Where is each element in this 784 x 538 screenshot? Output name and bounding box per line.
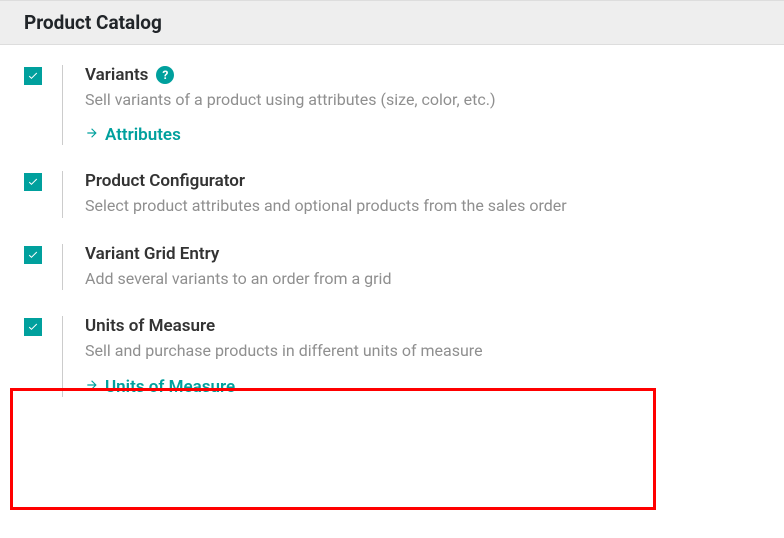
setting-title-units-of-measure: Units of Measure <box>85 316 215 336</box>
checkbox-col <box>24 316 62 336</box>
section-header: Product Catalog <box>0 0 784 45</box>
checkbox-units-of-measure[interactable] <box>24 318 42 336</box>
row-divider <box>62 65 63 145</box>
title-line: Variants ? <box>85 65 760 85</box>
link-label: Units of Measure <box>105 377 235 397</box>
title-line: Units of Measure <box>85 316 760 336</box>
setting-row-variant-grid-entry: Variant Grid Entry Add several variants … <box>24 244 760 290</box>
setting-content: Variant Grid Entry Add several variants … <box>85 244 760 290</box>
setting-desc-variants: Sell variants of a product using attribu… <box>85 89 760 111</box>
link-units-of-measure[interactable]: Units of Measure <box>85 377 235 397</box>
check-icon <box>27 249 39 261</box>
checkbox-col <box>24 65 62 85</box>
link-label: Attributes <box>105 125 181 145</box>
setting-title-variants: Variants <box>85 65 148 85</box>
setting-link-row: Attributes <box>85 125 760 145</box>
checkbox-variant-grid-entry[interactable] <box>24 246 42 264</box>
checkbox-product-configurator[interactable] <box>24 173 42 191</box>
setting-desc-product-configurator: Select product attributes and optional p… <box>85 195 760 217</box>
link-attributes[interactable]: Attributes <box>85 125 181 145</box>
setting-desc-variant-grid-entry: Add several variants to an order from a … <box>85 268 760 290</box>
row-divider <box>62 316 63 396</box>
setting-content: Units of Measure Sell and purchase produ… <box>85 316 760 396</box>
row-divider <box>62 171 63 217</box>
title-line: Variant Grid Entry <box>85 244 760 264</box>
setting-row-units-of-measure: Units of Measure Sell and purchase produ… <box>24 316 760 396</box>
setting-title-variant-grid-entry: Variant Grid Entry <box>85 244 219 264</box>
checkbox-variants[interactable] <box>24 67 42 85</box>
help-icon[interactable]: ? <box>156 66 174 84</box>
arrow-right-icon <box>85 125 99 145</box>
setting-title-product-configurator: Product Configurator <box>85 171 245 191</box>
setting-content: Variants ? Sell variants of a product us… <box>85 65 760 145</box>
arrow-right-icon <box>85 377 99 397</box>
section-title: Product Catalog <box>24 11 162 34</box>
check-icon <box>27 176 39 188</box>
check-icon <box>27 321 39 333</box>
checkbox-col <box>24 244 62 264</box>
title-line: Product Configurator <box>85 171 760 191</box>
setting-row-product-configurator: Product Configurator Select product attr… <box>24 171 760 217</box>
setting-row-variants: Variants ? Sell variants of a product us… <box>24 65 760 145</box>
setting-content: Product Configurator Select product attr… <box>85 171 760 217</box>
setting-desc-units-of-measure: Sell and purchase products in different … <box>85 340 760 362</box>
checkbox-col <box>24 171 62 191</box>
row-divider <box>62 244 63 290</box>
check-icon <box>27 70 39 82</box>
settings-body: Variants ? Sell variants of a product us… <box>0 45 784 417</box>
setting-link-row: Units of Measure <box>85 377 760 397</box>
